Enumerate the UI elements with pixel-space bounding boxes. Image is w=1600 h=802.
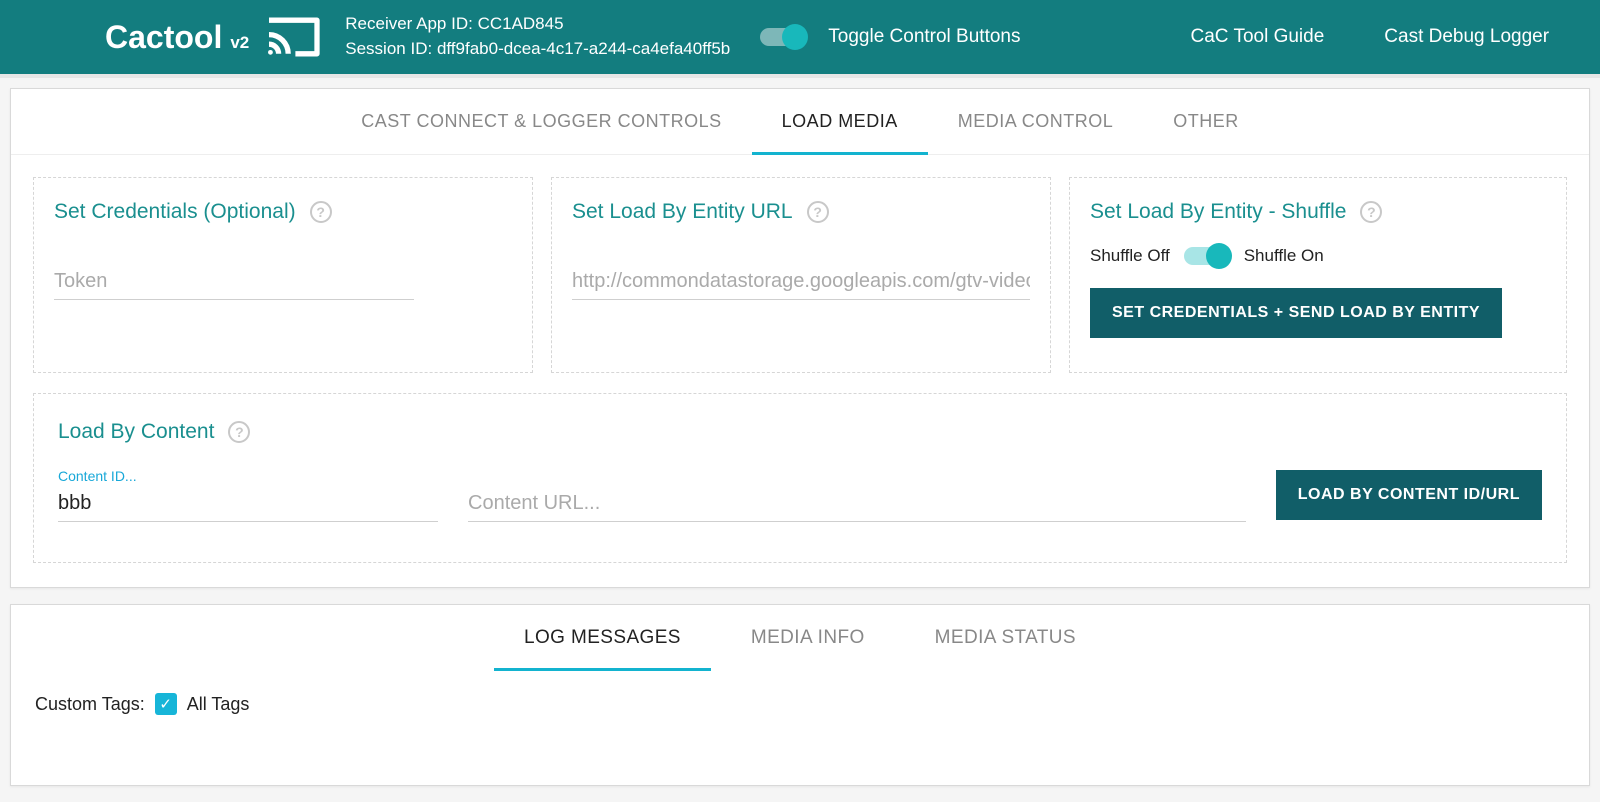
tab-other[interactable]: OTHER <box>1173 89 1239 154</box>
content-id-input[interactable] <box>58 486 438 522</box>
help-icon[interactable]: ? <box>1360 201 1382 223</box>
receiver-id-label: Receiver App ID: <box>345 14 473 33</box>
link-cac-tool-guide[interactable]: CaC Tool Guide <box>1191 26 1325 48</box>
cast-icon[interactable] <box>263 13 323 61</box>
session-info: Receiver App ID: CC1AD845 Session ID: df… <box>345 12 730 61</box>
receiver-id-value: CC1AD845 <box>478 14 564 33</box>
content-id-label: Content ID... <box>58 468 438 484</box>
panel-title-content: Load By Content <box>58 420 214 444</box>
panels-row: Set Credentials (Optional) ? Set Load By… <box>11 155 1589 383</box>
all-tags-checkbox[interactable]: ✓ <box>155 693 177 715</box>
load-by-content-button[interactable]: LOAD BY CONTENT ID/URL <box>1276 470 1542 520</box>
token-input[interactable] <box>54 264 414 300</box>
shuffle-switch[interactable] <box>1184 247 1230 265</box>
tab-log-messages[interactable]: LOG MESSAGES <box>524 605 681 671</box>
main-card: CAST CONNECT & LOGGER CONTROLS LOAD MEDI… <box>10 88 1590 588</box>
panel-set-credentials: Set Credentials (Optional) ? <box>33 177 533 373</box>
tab-media-status[interactable]: MEDIA STATUS <box>935 605 1076 671</box>
session-id-value: dff9fab0-dcea-4c17-a244-ca4efa40ff5b <box>437 39 730 58</box>
tab-media-info[interactable]: MEDIA INFO <box>751 605 865 671</box>
app-title: Cactool <box>105 19 222 56</box>
entity-url-input[interactable] <box>572 264 1030 300</box>
toggle-control-buttons[interactable]: Toggle Control Buttons <box>760 26 1020 48</box>
toggle-switch[interactable] <box>760 28 806 46</box>
set-credentials-send-load-button[interactable]: SET CREDENTIALS + SEND LOAD BY ENTITY <box>1090 288 1502 338</box>
app-header: Cactool v2 Receiver App ID: CC1AD845 Ses… <box>0 0 1600 78</box>
help-icon[interactable]: ? <box>310 201 332 223</box>
panel-load-by-entity-shuffle: Set Load By Entity - Shuffle ? Shuffle O… <box>1069 177 1567 373</box>
logo: Cactool v2 <box>105 19 249 56</box>
custom-tags-label: Custom Tags: <box>35 694 145 715</box>
lower-card: LOG MESSAGES MEDIA INFO MEDIA STATUS Cus… <box>10 604 1590 786</box>
session-id-label: Session ID: <box>345 39 432 58</box>
header-links: CaC Tool Guide Cast Debug Logger <box>1191 26 1550 48</box>
tab-cast-connect[interactable]: CAST CONNECT & LOGGER CONTROLS <box>361 89 721 154</box>
tab-media-control[interactable]: MEDIA CONTROL <box>958 89 1114 154</box>
panel-title-entity: Set Load By Entity URL <box>572 200 793 224</box>
panel-load-by-entity-url: Set Load By Entity URL ? <box>551 177 1051 373</box>
app-version: v2 <box>230 33 249 53</box>
shuffle-off-label: Shuffle Off <box>1090 246 1170 266</box>
help-icon[interactable]: ? <box>228 421 250 443</box>
panel-title-shuffle: Set Load By Entity - Shuffle <box>1090 200 1346 224</box>
toggle-label: Toggle Control Buttons <box>828 26 1020 48</box>
shuffle-on-label: Shuffle On <box>1244 246 1324 266</box>
panel-load-by-content: Load By Content ? Content ID... LOAD BY … <box>33 393 1567 563</box>
lower-tabs: LOG MESSAGES MEDIA INFO MEDIA STATUS <box>11 605 1589 671</box>
custom-tags-row: Custom Tags: ✓ All Tags <box>11 671 1589 785</box>
tab-load-media[interactable]: LOAD MEDIA <box>782 89 898 154</box>
panel-title-credentials: Set Credentials (Optional) <box>54 200 296 224</box>
main-tabs: CAST CONNECT & LOGGER CONTROLS LOAD MEDI… <box>11 89 1589 155</box>
link-cast-debug-logger[interactable]: Cast Debug Logger <box>1384 26 1549 48</box>
content-url-input[interactable] <box>468 486 1246 522</box>
all-tags-label: All Tags <box>187 694 250 715</box>
help-icon[interactable]: ? <box>807 201 829 223</box>
